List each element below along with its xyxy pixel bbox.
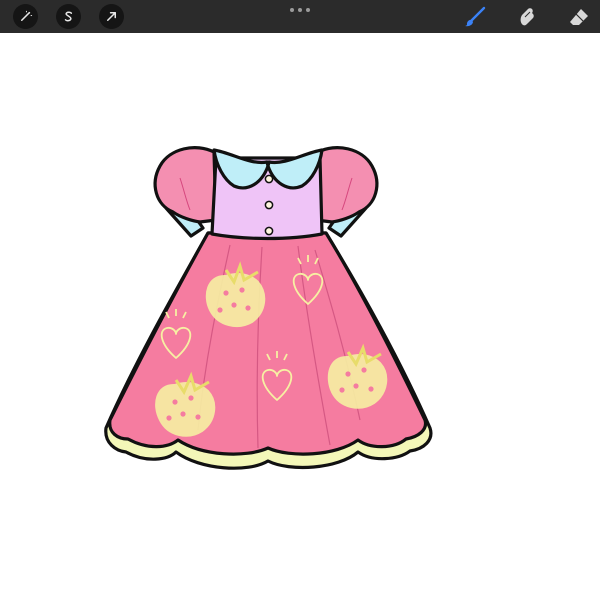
eraser-button[interactable] — [566, 4, 592, 30]
brush-button[interactable] — [462, 4, 488, 30]
smudge-button[interactable] — [514, 4, 540, 30]
more-dots-icon[interactable] — [290, 5, 310, 15]
left-sleeve — [153, 146, 218, 224]
right-sleeve — [314, 146, 379, 224]
smudge-icon — [520, 8, 534, 26]
top-toolbar — [0, 0, 600, 33]
magic-wand-icon — [21, 10, 33, 21]
brush-icon — [465, 6, 486, 27]
adjustments-button[interactable] — [13, 4, 38, 29]
selection-s-icon — [64, 11, 73, 22]
skirt — [108, 231, 428, 456]
selection-button[interactable] — [56, 4, 81, 29]
transform-arrow-icon — [107, 12, 116, 21]
transform-button[interactable] — [99, 4, 124, 29]
drawing-canvas[interactable] — [0, 33, 600, 600]
eraser-icon — [570, 9, 588, 25]
dress-illustration — [104, 146, 433, 470]
